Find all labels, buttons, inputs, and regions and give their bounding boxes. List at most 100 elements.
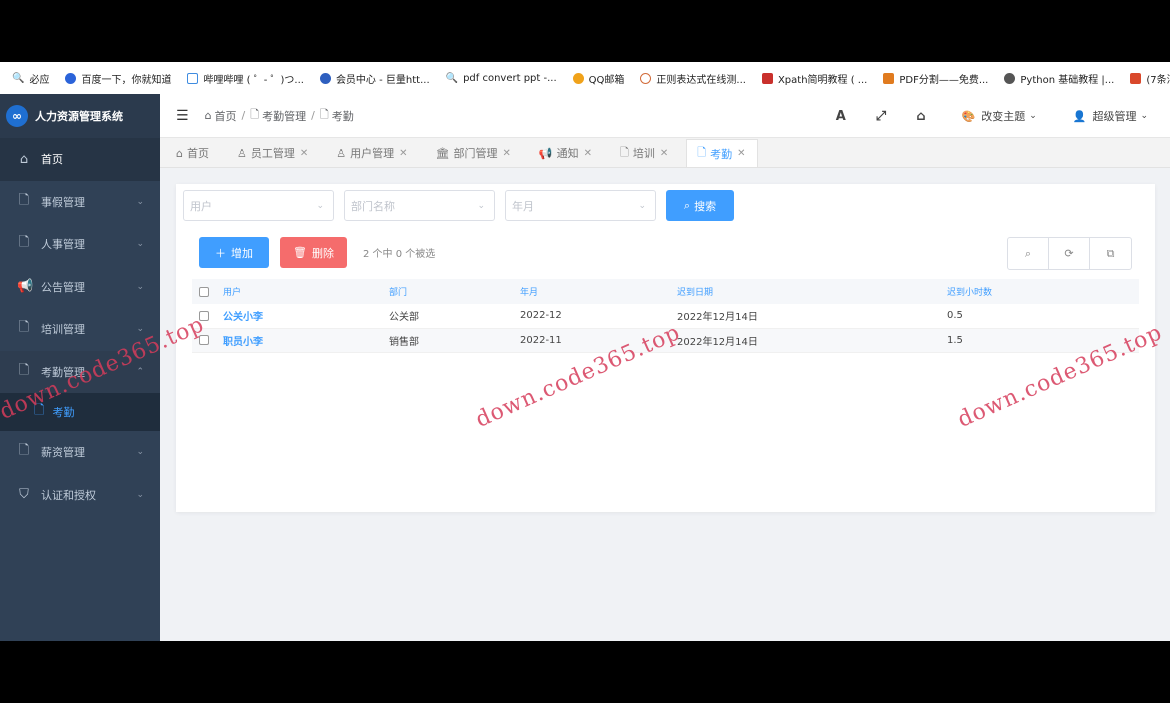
home-icon: ⌂ bbox=[204, 109, 212, 122]
fullscreen-icon[interactable]: ⤢ bbox=[876, 109, 886, 124]
close-icon[interactable]: ✕ bbox=[584, 148, 592, 159]
tags-view: ⌂ 首页 ♙ 员工管理 ✕ ♙ 用户管理 ✕ 🏛 部门管理 ✕ 📢 通知 ✕ 🗋… bbox=[160, 138, 1170, 168]
navbar-right: A ⤢ ⌂ 🎨 改变主题 ⌄ 👤 超级管理 ⌄ bbox=[806, 94, 1148, 138]
font-size-icon[interactable]: A bbox=[836, 109, 846, 124]
chevron-down-icon: ⌄ bbox=[136, 196, 144, 207]
close-icon[interactable]: ✕ bbox=[300, 148, 308, 159]
search-toggle-button[interactable]: ⌕ bbox=[1008, 238, 1049, 269]
tab-notice[interactable]: 📢 通知 ✕ bbox=[529, 139, 604, 167]
delete-button[interactable]: 🗑 删除 bbox=[280, 237, 347, 268]
bookmark-item[interactable]: 哔哩哔哩 ( ゜- ゜)つ... bbox=[187, 71, 304, 86]
sidebar-item-auth[interactable]: ⛉ 认证和授权 ⌄ bbox=[0, 474, 160, 517]
theme-dropdown[interactable]: 🎨 改变主题 ⌄ bbox=[962, 108, 1037, 124]
home-icon[interactable]: ⌂ bbox=[916, 109, 925, 124]
column-header[interactable]: 迟到日期 bbox=[677, 285, 947, 298]
user-dropdown[interactable]: 👤 超级管理 ⌄ bbox=[1073, 108, 1148, 124]
user-icon: 👤 bbox=[1072, 109, 1087, 123]
document-icon: 🗋 bbox=[619, 145, 629, 159]
sidebar-item-label: 认证和授权 bbox=[41, 488, 96, 502]
document-icon: 🗋 bbox=[18, 443, 30, 459]
close-icon[interactable]: ✕ bbox=[502, 148, 510, 159]
qq-mail-icon bbox=[572, 72, 584, 84]
column-header[interactable]: 年月 bbox=[520, 285, 677, 298]
column-header[interactable]: 用户 bbox=[215, 285, 389, 298]
tab-attendance[interactable]: 🗋 考勤 ✕ bbox=[686, 139, 759, 167]
bookmark-item[interactable]: Xpath简明教程 ( ... bbox=[761, 71, 867, 86]
bookmark-item[interactable]: (7条消息) python3... bbox=[1130, 71, 1170, 86]
table-cell: 0.5 bbox=[947, 310, 963, 322]
bookmark-item[interactable]: Python 基础教程 |... bbox=[1004, 71, 1114, 86]
home-icon: ⌂ bbox=[19, 151, 29, 167]
tab-employee[interactable]: ♙ 员工管理 ✕ bbox=[227, 139, 320, 167]
export-button[interactable]: ⧉ bbox=[1090, 238, 1131, 269]
sidebar-item-label: 首页 bbox=[41, 153, 63, 167]
user-link[interactable]: 公关小李 bbox=[215, 308, 389, 323]
sidebar-item-salary[interactable]: 🗋 薪资管理 ⌄ bbox=[0, 431, 160, 474]
department-select[interactable]: 部门名称 ⌄ bbox=[344, 190, 495, 221]
bilibili-icon bbox=[187, 72, 199, 84]
close-icon[interactable]: ✕ bbox=[737, 148, 745, 159]
bookmark-item[interactable]: PDF分割——免费... bbox=[883, 71, 988, 86]
bookmark-item[interactable]: 正则表达式在线测... bbox=[640, 71, 746, 86]
tab-training[interactable]: 🗋 培训 ✕ bbox=[610, 139, 680, 167]
sidebar-item-home[interactable]: ⌂ 首页 bbox=[0, 138, 160, 181]
sidebar-item-personnel[interactable]: 🗋 人事管理 ⌄ bbox=[0, 223, 160, 266]
palette-icon: 🎨 bbox=[961, 109, 976, 123]
table-cell: 销售部 bbox=[389, 336, 419, 348]
user-icon: ♙ bbox=[236, 146, 247, 160]
letterbox-bottom bbox=[0, 641, 1170, 703]
sidebar-item-label: 事假管理 bbox=[41, 195, 85, 209]
bookmark-item[interactable]: QQ邮箱 bbox=[572, 71, 624, 86]
tab-department[interactable]: 🏛 部门管理 ✕ bbox=[426, 139, 523, 167]
logo: ∞ 人力资源管理系统 bbox=[0, 94, 160, 138]
navbar: ☰ ⌂ 首页 / 🗋 考勤管理 / 🗋 考勤 A ⤢ ⌂ 🎨 改变主题 ⌄ 👤 … bbox=[160, 94, 1170, 138]
logo-icon: ∞ bbox=[6, 105, 28, 127]
search-bar: 用户 ⌄ 部门名称 ⌄ 年月 ⌄ ⌕ 搜索 bbox=[183, 190, 734, 221]
hamburger-icon[interactable]: ☰ bbox=[176, 108, 189, 124]
letterbox-top bbox=[0, 0, 1170, 62]
sidebar-item-label: 薪资管理 bbox=[41, 446, 85, 460]
search-button[interactable]: ⌕ 搜索 bbox=[666, 190, 734, 221]
table-tools: ⌕ ⟳ ⧉ bbox=[1007, 237, 1132, 270]
document-icon: 🗋 bbox=[18, 320, 30, 336]
bookmark-item[interactable]: 🔍 必应 bbox=[12, 71, 49, 86]
user-icon: ♙ bbox=[336, 146, 347, 160]
bookmark-item[interactable]: 会员中心 - 巨量htt... bbox=[319, 71, 430, 86]
breadcrumb-item[interactable]: 首页 bbox=[215, 108, 237, 124]
table-cell: 2022年12月14日 bbox=[677, 336, 758, 348]
chevron-down-icon: ⌄ bbox=[136, 281, 144, 292]
search-icon: 🔍 bbox=[445, 72, 459, 84]
chevron-down-icon: ⌄ bbox=[136, 489, 144, 500]
bank-icon: 🏛 bbox=[435, 146, 450, 160]
search-icon: ⌕ bbox=[1024, 246, 1032, 260]
bookmark-item[interactable]: 🔍 pdf convert ppt -... bbox=[446, 73, 557, 84]
column-header[interactable]: 部门 bbox=[389, 285, 520, 298]
column-header[interactable]: 迟到小时数 bbox=[947, 285, 1127, 298]
month-select[interactable]: 年月 ⌄ bbox=[505, 190, 656, 221]
select-all-checkbox[interactable] bbox=[199, 286, 209, 297]
search-icon: ⌕ bbox=[683, 198, 691, 212]
breadcrumb-separator: / bbox=[311, 109, 315, 122]
document-icon: 🗋 bbox=[319, 108, 329, 121]
sidebar-item-announcement[interactable]: 📢 公告管理 ⌄ bbox=[0, 266, 160, 309]
selection-count: 2 个中 0 个被选 bbox=[363, 249, 436, 260]
baidu-icon bbox=[65, 72, 77, 84]
tab-user[interactable]: ♙ 用户管理 ✕ bbox=[326, 139, 419, 167]
tab-home[interactable]: ⌂ 首页 bbox=[166, 139, 221, 167]
bookmark-item[interactable]: 百度一下，你就知道 bbox=[65, 71, 171, 86]
user-select[interactable]: 用户 ⌄ bbox=[183, 190, 334, 221]
chevron-down-icon: ⌄ bbox=[1029, 111, 1037, 121]
breadcrumb-separator: / bbox=[241, 109, 246, 122]
breadcrumb-item[interactable]: 考勤管理 bbox=[262, 108, 306, 124]
close-icon[interactable]: ✕ bbox=[660, 148, 668, 159]
app-title: 人力资源管理系统 bbox=[35, 110, 123, 123]
breadcrumb: ⌂ 首页 / 🗋 考勤管理 / 🗋 考勤 bbox=[205, 106, 354, 125]
close-icon[interactable]: ✕ bbox=[399, 148, 407, 159]
add-button[interactable]: ＋ 增加 bbox=[199, 237, 269, 268]
user-label: 超级管理 bbox=[1092, 110, 1137, 123]
refresh-icon: ⟳ bbox=[1064, 247, 1074, 260]
chevron-down-icon: ⌄ bbox=[316, 200, 324, 211]
refresh-button[interactable]: ⟳ bbox=[1049, 238, 1090, 269]
sidebar-item-leave[interactable]: 🗋 事假管理 ⌄ bbox=[0, 181, 160, 224]
user-link[interactable]: 职员小李 bbox=[215, 333, 389, 348]
